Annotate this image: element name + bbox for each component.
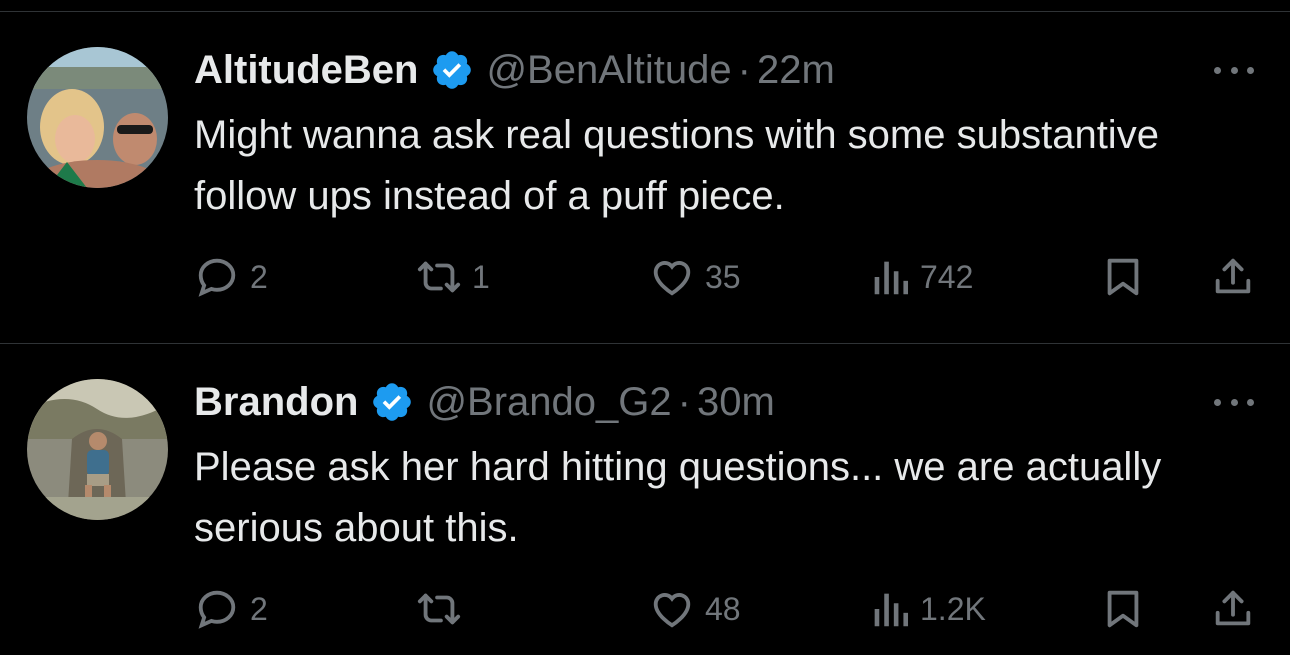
views-icon	[874, 593, 909, 627]
reply-button[interactable]: 2	[194, 252, 268, 302]
views-button[interactable]: 1.2K	[870, 584, 986, 634]
retweet-count: 1	[472, 258, 490, 295]
like-count: 35	[705, 258, 741, 295]
bookmark-button[interactable]	[1100, 252, 1146, 302]
verified-badge-icon	[370, 380, 414, 424]
tweet[interactable]: Brandon @Brando_G2 · 30m Please ask her …	[0, 344, 1290, 655]
reply-count: 2	[250, 258, 268, 295]
tweet-text: Please ask her hard hitting questions...…	[194, 445, 1162, 550]
tweet-header: AltitudeBen @BenAltitude · 22m	[194, 44, 835, 96]
avatar[interactable]	[27, 379, 168, 520]
avatar-photo	[27, 47, 168, 188]
heart-icon	[653, 593, 691, 628]
user-handle[interactable]: @BenAltitude	[486, 48, 731, 93]
reply-icon	[198, 590, 236, 629]
more-options-icon[interactable]	[1214, 60, 1254, 80]
action-bar: 2 1 35 742	[194, 252, 1264, 302]
bookmark-icon	[1107, 258, 1139, 296]
views-button[interactable]: 742	[870, 252, 973, 302]
share-button[interactable]	[1210, 252, 1256, 302]
separator-dot: ·	[737, 47, 751, 92]
retweet-icon	[417, 261, 461, 293]
display-name[interactable]: Brandon	[194, 380, 358, 425]
view-count: 1.2K	[920, 590, 986, 627]
more-options-icon[interactable]	[1214, 392, 1254, 412]
avatar-photo	[27, 379, 168, 520]
tweet-header: Brandon @Brando_G2 · 30m	[194, 376, 775, 428]
tweet-text: Might wanna ask real questions with some…	[194, 113, 1159, 218]
view-count: 742	[920, 258, 974, 295]
views-icon	[874, 261, 909, 295]
bookmark-icon	[1107, 590, 1139, 628]
tweet[interactable]: AltitudeBen @BenAltitude · 22m Might wan…	[0, 0, 1290, 340]
reply-icon	[198, 258, 236, 297]
retweet-button[interactable]: 1	[416, 252, 490, 302]
reply-button[interactable]: 2	[194, 584, 268, 634]
avatar[interactable]	[27, 47, 168, 188]
share-icon	[1215, 258, 1251, 294]
bookmark-button[interactable]	[1100, 584, 1146, 634]
tweet-feed: AltitudeBen @BenAltitude · 22m Might wan…	[0, 0, 1290, 655]
like-count: 48	[705, 590, 741, 627]
timestamp[interactable]: 30m	[697, 380, 775, 425]
heart-icon	[653, 261, 691, 296]
action-bar: 2 48 1.2K	[194, 584, 1264, 634]
separator-dot: ·	[677, 379, 691, 424]
verified-badge-icon	[430, 48, 474, 92]
retweet-button[interactable]	[416, 584, 472, 634]
display-name[interactable]: AltitudeBen	[194, 48, 418, 93]
like-button[interactable]: 48	[649, 584, 741, 634]
share-button[interactable]	[1210, 584, 1256, 634]
retweet-icon	[417, 593, 461, 625]
user-handle[interactable]: @Brando_G2	[426, 380, 671, 425]
like-button[interactable]: 35	[649, 252, 741, 302]
timestamp[interactable]: 22m	[757, 48, 835, 93]
reply-count: 2	[250, 590, 268, 627]
share-icon	[1215, 590, 1251, 626]
